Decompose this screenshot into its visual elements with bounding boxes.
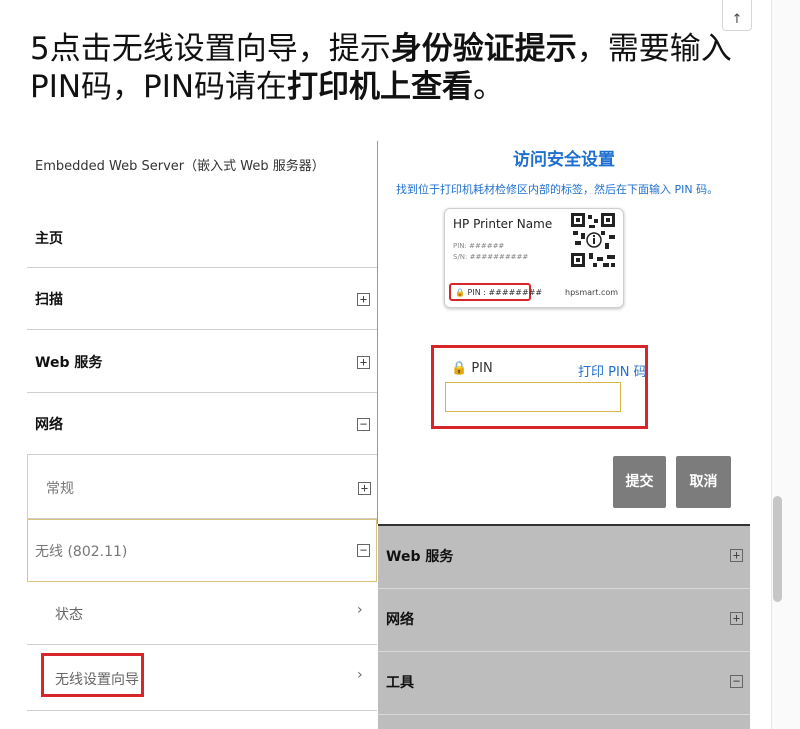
nav-item-wireless[interactable]: 无线 (802.11) − [27,519,377,582]
print-pin-link[interactable]: 打印 PIN 码 [578,361,647,380]
printer-name: HP Printer Name [453,217,553,231]
ews-title: Embedded Web Server（嵌入式 Web 服务器） [35,159,325,174]
pin-label: 🔒 PIN [451,361,493,376]
collapse-icon[interactable]: − [357,418,370,431]
nav-item-label: Web 服务 [35,355,103,371]
printer-label-card: HP Printer Name PIN: ###### S/N: #######… [444,208,624,308]
dialog-instruction: 找到位于打印机耗材检修区内部的标签，然后在下面输入 PIN 码。 [396,183,719,196]
list-item-label: Web 服务 [386,549,454,565]
auth-prompt-emphasis: 身份验证提示 [390,31,577,67]
chevron-right-icon: › [357,667,363,683]
nav-item-home[interactable]: 主页 [27,202,377,268]
card-pin-line: PIN: ###### [453,242,505,250]
nav-item-cut-off[interactable] [27,711,377,729]
nav-item-status[interactable]: 状态 › [27,582,377,645]
scrollbar-thumb[interactable] [773,496,782,602]
cancel-button[interactable]: 取消 [676,456,731,508]
expand-icon[interactable]: + [730,612,743,625]
list-item-network[interactable]: 网络 + [378,589,750,652]
nav-item-label: 网络 [35,417,63,433]
access-security-dialog: 访问安全设置 找到位于打印机耗材检修区内部的标签，然后在下面输入 PIN 码。 … [378,141,750,524]
expand-icon[interactable]: + [357,293,370,306]
list-item-cut-off[interactable] [378,715,750,729]
card-url: hpsmart.com [565,288,619,297]
expand-icon[interactable]: + [730,549,743,562]
list-item-label: 网络 [386,612,414,628]
expand-icon[interactable]: + [358,482,371,495]
printer-view-emphasis: 打印机上查看 [287,69,474,105]
nav-item-label: 主页 [35,231,63,247]
dialog-title: 访问安全设置 [513,150,615,170]
list-item-label: 工具 [386,675,414,691]
nav-item-network[interactable]: 网络 − [27,393,377,455]
nav-item-label: 扫描 [35,292,63,308]
scroll-up-button[interactable]: ↑ [722,0,752,31]
wizard-highlight-box [41,653,144,697]
nav-item-scan[interactable]: 扫描 + [27,268,377,330]
qr-code-icon [571,213,615,267]
card-pin-highlight: 🔒 PIN : ######## [449,283,542,301]
collapse-icon[interactable]: − [730,675,743,688]
nav-item-web-services[interactable]: Web 服务 + [27,330,377,393]
list-item-tools[interactable]: 工具 − [378,652,750,715]
pin-input[interactable] [445,382,621,412]
lock-icon: 🔒 [451,361,468,376]
nav-item-label: 状态 [55,607,83,623]
lock-icon: 🔒 [455,288,465,297]
collapse-icon[interactable]: − [357,544,370,557]
nav-item-general[interactable]: 常规 + [27,455,377,519]
nav-item-label: 常规 [46,481,74,497]
expand-icon[interactable]: + [357,356,370,369]
card-sn-line: S/N: ########## [453,253,529,261]
submit-button[interactable]: 提交 [613,456,666,508]
list-item-web-services[interactable]: Web 服务 + [378,526,750,589]
arrow-up-icon: ↑ [731,12,743,27]
nav-item-label: 无线 (802.11) [35,544,128,560]
embedded-screenshot: Embedded Web Server（嵌入式 Web 服务器） 主页 扫描 +… [27,141,750,729]
vertical-scrollbar[interactable] [771,0,800,729]
step-instruction: 5点击无线设置向导，提示身份验证提示，需要输入PIN码，PIN码请在打印机上查看… [30,31,732,105]
chevron-right-icon: › [357,602,363,618]
